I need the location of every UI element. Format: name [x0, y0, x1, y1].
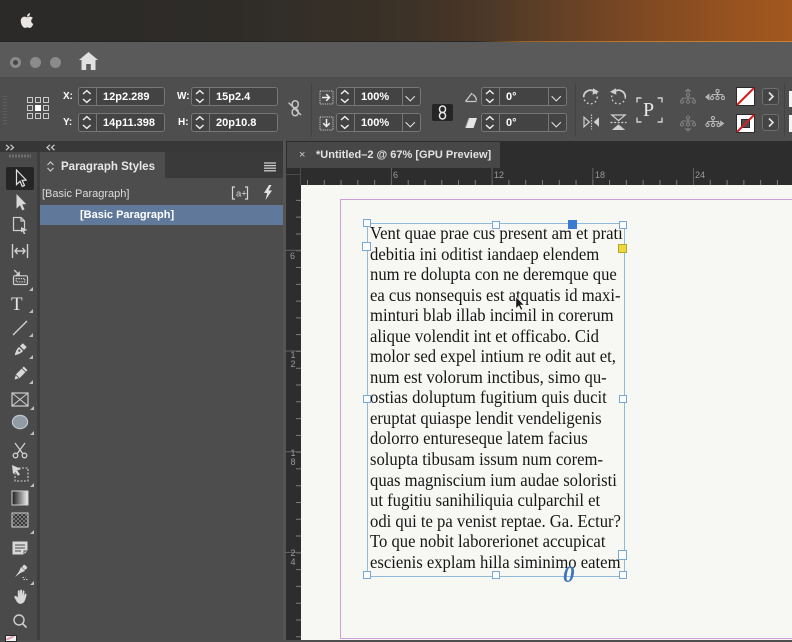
svg-text:a+: a+: [236, 189, 247, 200]
